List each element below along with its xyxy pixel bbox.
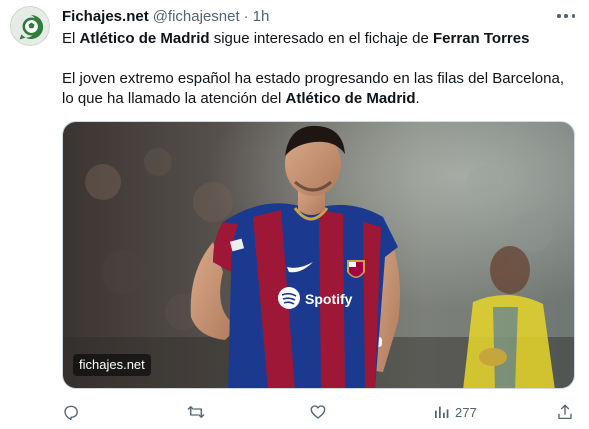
text-segment: lo que ha llamado la atención del xyxy=(62,90,286,107)
views-count: 277 xyxy=(455,404,477,420)
retweet-icon xyxy=(187,406,205,418)
text-segment: . xyxy=(415,90,420,107)
avatar[interactable] xyxy=(10,6,50,46)
tweet-text-line-3: lo que ha llamado la atención del Atléti… xyxy=(62,89,577,109)
reply-icon xyxy=(64,405,78,421)
share-button[interactable] xyxy=(556,402,574,422)
text-segment: El xyxy=(62,30,80,47)
timestamp[interactable]: 1h xyxy=(253,8,270,25)
tweet-header: Fichajes.net @fichajesnet · 1h xyxy=(62,6,269,26)
dot xyxy=(571,14,575,18)
retweet-button[interactable] xyxy=(186,402,206,422)
reply-button[interactable] xyxy=(62,402,80,422)
dot xyxy=(557,14,561,18)
bold-text: Ferran Torres xyxy=(433,30,530,47)
dot xyxy=(564,14,568,18)
football-player-photo: Spotify xyxy=(63,122,574,388)
photo-watermark: fichajes.net xyxy=(73,354,151,376)
text-segment: sigue interesado en el fichaje de xyxy=(209,30,434,47)
fichajes-logo-icon xyxy=(12,8,49,45)
bold-text: Atlético de Madrid xyxy=(79,30,210,47)
tweet-text-line-1: El Atlético de Madrid sigue interesado e… xyxy=(62,29,577,49)
separator-dot: · xyxy=(243,7,249,25)
share-icon xyxy=(558,404,572,420)
tweet-actions: 277 xyxy=(62,402,577,422)
heart-icon xyxy=(310,405,326,419)
tweet-text-line-2: El joven extremo español ha estado progr… xyxy=(62,69,577,89)
bold-text: Atlético de Madrid xyxy=(285,90,416,107)
views-button[interactable]: 277 xyxy=(433,402,477,422)
more-options-icon[interactable] xyxy=(557,10,575,22)
author-name[interactable]: Fichajes.net xyxy=(62,8,149,25)
jersey-sponsor-text: Spotify xyxy=(305,291,353,307)
like-button[interactable] xyxy=(309,402,327,422)
author-handle[interactable]: @fichajesnet xyxy=(153,8,240,25)
tweet-card[interactable]: Fichajes.net @fichajesnet · 1h El Atléti… xyxy=(0,0,589,429)
tweet-photo[interactable]: Spotify fichajes.net xyxy=(62,121,575,389)
views-icon xyxy=(435,406,449,418)
text-segment: El joven extremo español ha estado progr… xyxy=(62,70,564,87)
